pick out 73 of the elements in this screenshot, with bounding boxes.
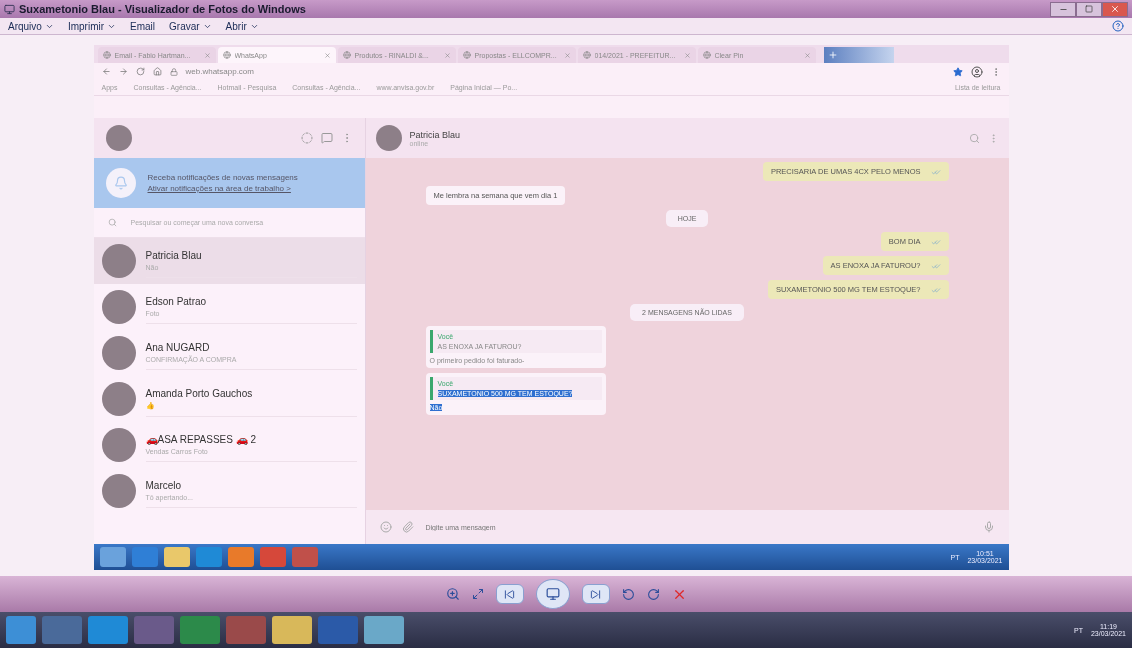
close-icon[interactable]: [683, 51, 691, 59]
search-icon[interactable]: [968, 132, 980, 144]
emoji-icon[interactable]: [379, 521, 392, 533]
chat-icon[interactable]: [320, 132, 333, 144]
forward-icon[interactable]: [118, 67, 128, 76]
chat-name: Edson Patrao: [145, 296, 208, 307]
double-check-icon: [930, 169, 941, 176]
double-check-icon: [930, 239, 941, 246]
avatar: [101, 244, 136, 278]
microphone-icon[interactable]: [982, 521, 995, 533]
status-icon[interactable]: [300, 132, 313, 144]
star-icon[interactable]: [952, 66, 963, 77]
maximize-button[interactable]: [1076, 1, 1102, 17]
slideshow-button[interactable]: [535, 579, 570, 609]
profile-avatar[interactable]: [105, 125, 132, 151]
double-check-icon: [930, 287, 941, 294]
globe-icon: [462, 51, 471, 59]
rotate-right-icon[interactable]: [646, 587, 660, 601]
globe-icon: [102, 51, 111, 59]
close-icon[interactable]: [803, 51, 811, 59]
window-title: Suxametonio Blau - Visualizador de Fotos do Windows: [19, 3, 306, 15]
globe-icon: [342, 51, 351, 59]
menu-item[interactable]: Gravar: [169, 20, 212, 32]
double-check-icon: [930, 263, 941, 270]
paperclip-icon[interactable]: [401, 521, 414, 533]
monitor-icon: [545, 587, 560, 601]
avatar: [101, 382, 136, 416]
lock-icon: [169, 67, 178, 76]
next-button[interactable]: [581, 584, 610, 604]
help-icon[interactable]: [1112, 20, 1124, 32]
bell-icon: [105, 168, 136, 198]
avatar: [101, 428, 136, 462]
minimize-button[interactable]: [1050, 1, 1076, 17]
avatar: [101, 336, 136, 370]
rotate-left-icon[interactable]: [621, 587, 635, 601]
chat-name: Ana NUGARD: [145, 342, 211, 353]
previous-icon: [504, 588, 515, 600]
avatar: [101, 474, 136, 508]
chat-name: 🚗ASA REPASSES 🚗 2: [145, 434, 258, 445]
previous-button[interactable]: [495, 584, 524, 604]
globe-icon: [702, 51, 711, 59]
globe-icon: [222, 51, 231, 59]
menu-item[interactable]: Abrir: [225, 20, 259, 32]
close-icon[interactable]: [323, 51, 331, 59]
close-button[interactable]: [1102, 1, 1128, 17]
address-field[interactable]: web.whatsapp.com: [185, 67, 254, 76]
fit-icon[interactable]: [471, 588, 484, 600]
banner-title: Receba notificações de novas mensagens: [147, 173, 298, 182]
profile-icon[interactable]: [970, 65, 983, 78]
maximize-icon: [1085, 5, 1093, 13]
zoom-icon[interactable]: [445, 587, 460, 601]
avatar: [101, 290, 136, 324]
next-icon: [590, 588, 601, 600]
chat-name: Amanda Porto Gauchos: [145, 387, 254, 399]
menu-item[interactable]: Imprimir: [67, 20, 116, 32]
banner-link[interactable]: Ativar notificações na área de trabalho >: [147, 184, 298, 193]
close-icon: [1110, 4, 1120, 14]
home-icon[interactable]: [152, 67, 162, 76]
search-icon: [107, 218, 117, 227]
close-icon[interactable]: [563, 51, 571, 59]
menu-item[interactable]: Email: [130, 20, 156, 32]
menu-item[interactable]: Arquivo: [8, 20, 54, 32]
contact-name: Patricia Blau: [409, 129, 461, 140]
contact-avatar[interactable]: [375, 125, 402, 151]
reload-icon[interactable]: [135, 67, 145, 76]
close-icon[interactable]: [203, 51, 211, 59]
back-icon[interactable]: [101, 67, 111, 76]
globe-icon: [582, 51, 591, 59]
close-icon[interactable]: [443, 51, 451, 59]
chat-name: Marcelo: [145, 480, 183, 491]
chat-name: Patricia Blau: [145, 250, 203, 261]
new-tab-button[interactable]: [823, 47, 894, 63]
plus-icon: [827, 50, 838, 60]
